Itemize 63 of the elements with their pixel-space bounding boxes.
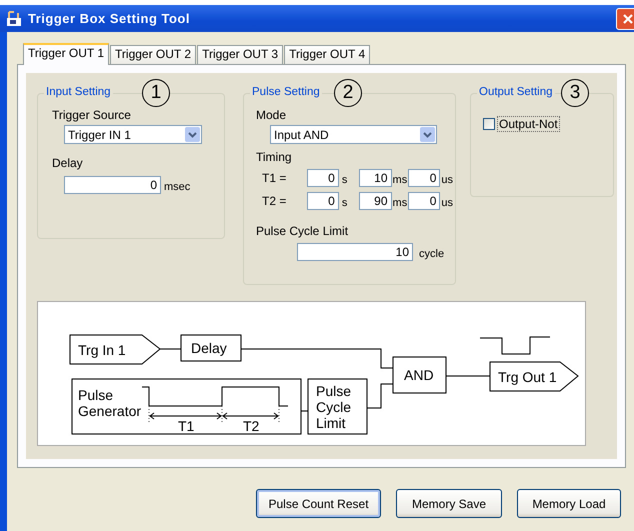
action-button[interactable]: Pulse Count Reset: [256, 489, 381, 518]
connector-line: [300, 410, 308, 412]
and-block: [392, 356, 446, 394]
t2-label: T2: [243, 418, 260, 434]
group-title: Input Setting: [44, 86, 113, 98]
number-marker: 1: [142, 79, 170, 107]
field-label: Mode: [256, 108, 288, 122]
seconds-field[interactable]: 0: [306, 169, 339, 187]
t2-arrow: [222, 412, 279, 420]
unit-label: s: [342, 174, 348, 186]
milliseconds-field[interactable]: 10: [359, 169, 392, 187]
number-marker: 2: [334, 79, 362, 107]
connector-line: [160, 348, 182, 350]
unit-label: us: [441, 174, 454, 186]
mode-dropdown[interactable]: Input AND: [270, 125, 437, 144]
unit-label: s: [342, 197, 348, 209]
unit-label: cycle: [419, 248, 444, 260]
action-button[interactable]: Memory Load: [517, 489, 621, 518]
action-button[interactable]: Memory Save: [396, 489, 502, 518]
tab[interactable]: Trigger OUT 1: [23, 43, 110, 65]
unit-label: us: [441, 197, 454, 209]
microseconds-field[interactable]: 0: [408, 169, 440, 187]
tab[interactable]: Trigger OUT 3: [197, 45, 284, 64]
close-icon: [621, 12, 634, 26]
app-icon: [6, 10, 22, 26]
waveform-drawing: [480, 336, 550, 354]
generator-label: Generator: [78, 403, 142, 419]
t1-label: T1: [178, 418, 194, 434]
source-dropdown[interactable]: Trigger IN 1: [64, 125, 202, 144]
timing-label: T2 =: [262, 194, 288, 208]
field-label: Trigger Source: [52, 108, 132, 122]
timing-label: T1 =: [262, 171, 288, 185]
microseconds-field[interactable]: 0: [408, 192, 440, 210]
limit-label: Pulse: [316, 383, 352, 399]
group-title: Pulse Setting: [250, 86, 322, 98]
output-label: Trg Out 1: [498, 369, 557, 385]
field-label: Pulse Cycle Limit: [256, 224, 350, 238]
checkbox[interactable]: [483, 118, 495, 130]
limit-label: Limit: [316, 415, 346, 431]
close-button[interactable]: [616, 8, 634, 30]
limit-block: [308, 378, 368, 434]
delay-field[interactable]: 0: [64, 176, 161, 194]
tab[interactable]: Trigger OUT 2: [110, 45, 196, 64]
field-label: Timing: [256, 150, 293, 164]
unit-label: ms: [392, 174, 408, 186]
window-title: Trigger Box Setting Tool: [28, 11, 190, 26]
cycle-limit-field[interactable]: 10: [297, 243, 413, 261]
unit-label: msec: [164, 181, 190, 193]
input-label: Trg In 1: [78, 342, 126, 358]
limit-label: Cycle: [316, 399, 352, 415]
number-marker: 3: [561, 79, 589, 107]
generator-label: Pulse: [78, 387, 114, 403]
checkbox-label[interactable]: Output-Not: [497, 116, 560, 132]
delay-block: [180, 334, 242, 362]
field-label: Delay: [52, 156, 84, 170]
unit-label: ms: [392, 197, 408, 209]
tab[interactable]: Trigger OUT 4: [284, 45, 370, 64]
connector-line: [366, 384, 394, 408]
group-title: Output Setting: [477, 86, 555, 98]
and-label: AND: [404, 367, 434, 383]
seconds-field[interactable]: 0: [306, 192, 339, 210]
milliseconds-field[interactable]: 90: [359, 192, 392, 210]
delay-label: Delay: [191, 340, 227, 356]
